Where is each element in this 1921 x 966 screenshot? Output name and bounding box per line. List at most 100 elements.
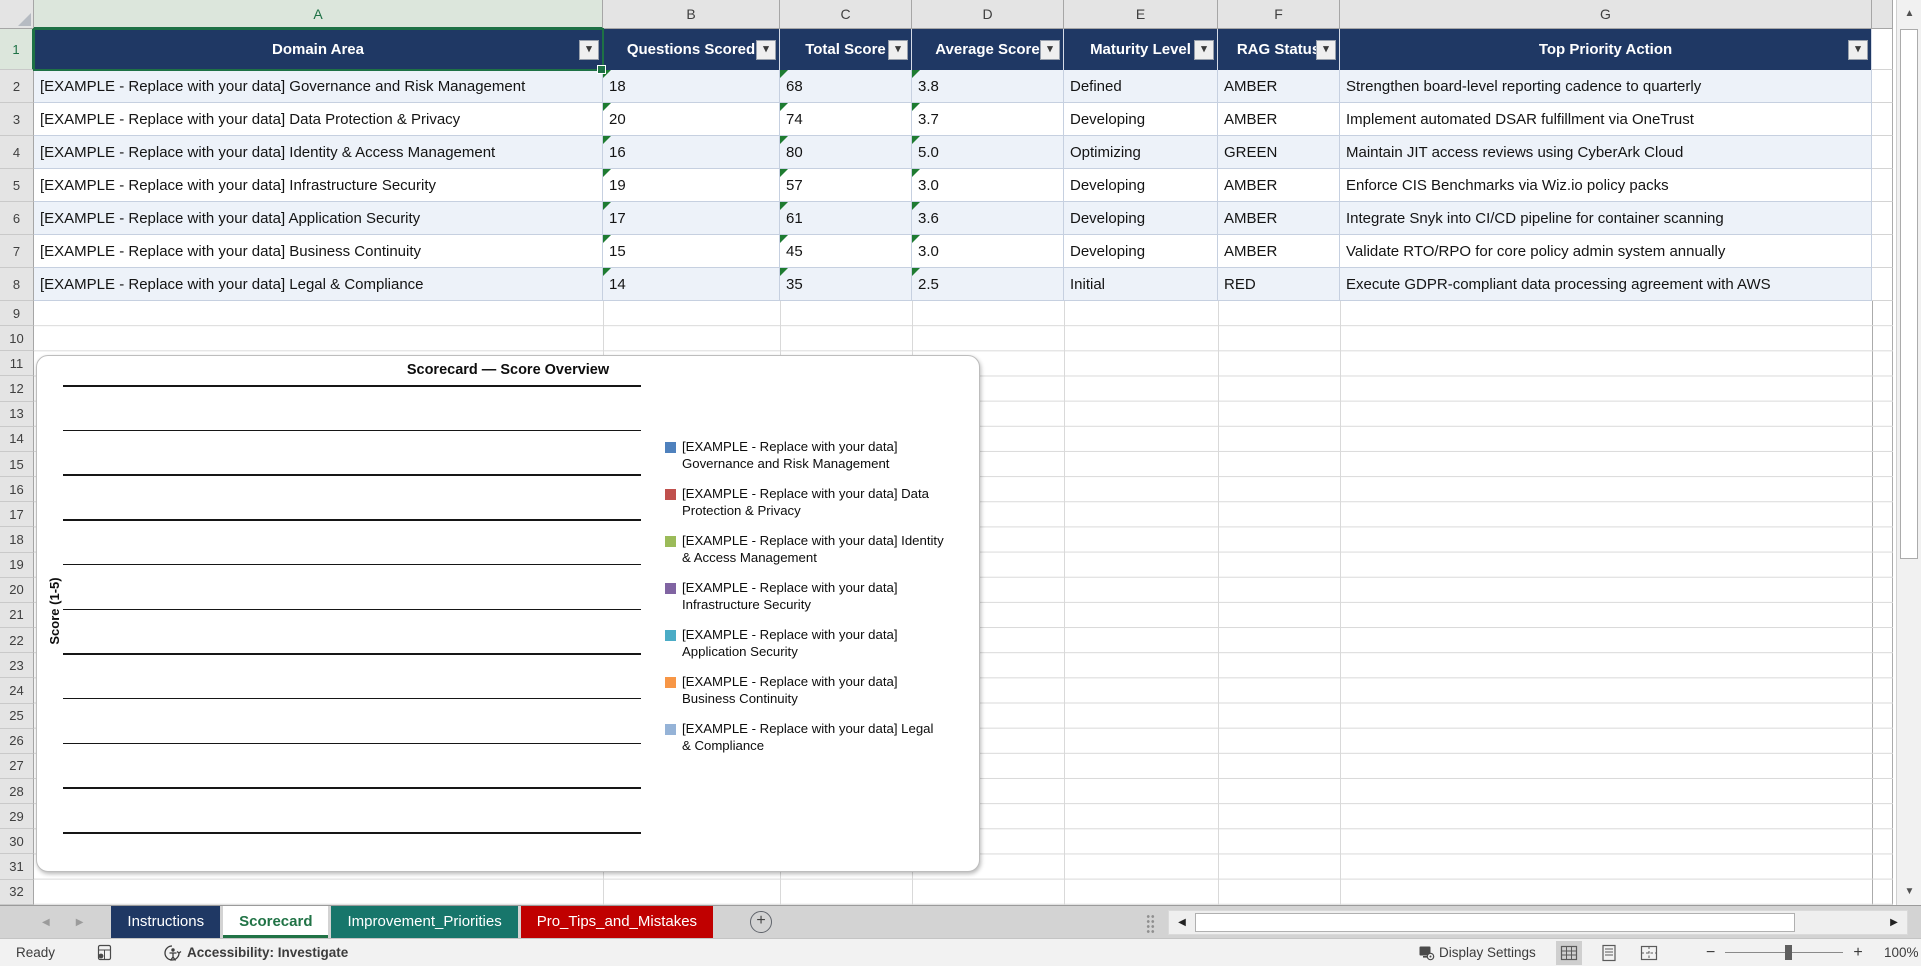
cell-questions-scored[interactable]: 18: [603, 70, 780, 103]
row-number[interactable]: 16: [0, 477, 34, 503]
cell-total-score[interactable]: 74: [780, 103, 912, 136]
header-cell-maturity-level[interactable]: Maturity Level: [1064, 29, 1218, 70]
row-number[interactable]: 13: [0, 401, 34, 427]
normal-view-button[interactable]: [1556, 940, 1582, 965]
horizontal-scrollbar-thumb[interactable]: [1195, 913, 1795, 932]
column-letter[interactable]: C: [780, 0, 912, 29]
cell-maturity-level[interactable]: Developing: [1064, 235, 1218, 268]
header-cell-domain-area[interactable]: Domain Area: [33, 28, 606, 74]
cell-questions-scored[interactable]: 19: [603, 169, 780, 202]
header-cell-sliver[interactable]: [1872, 29, 1893, 70]
cell-average-score[interactable]: 3.8: [912, 70, 1064, 103]
cell-top-priority-action[interactable]: Strengthen board-level reporting cadence…: [1340, 70, 1872, 103]
filter-button[interactable]: [1316, 39, 1336, 60]
cell-maturity-level[interactable]: Optimizing: [1064, 136, 1218, 169]
cell-top-priority-action[interactable]: Validate RTO/RPO for core policy admin s…: [1340, 235, 1872, 268]
cell-sliver[interactable]: [1872, 169, 1893, 202]
cell-total-score[interactable]: 61: [780, 202, 912, 235]
cell-top-priority-action[interactable]: Implement automated DSAR fulfillment via…: [1340, 103, 1872, 136]
row-number[interactable]: 24: [0, 678, 34, 704]
row-number[interactable]: 22: [0, 628, 34, 654]
column-letter[interactable]: E: [1064, 0, 1218, 29]
column-letter-sliver[interactable]: [1872, 0, 1893, 29]
cell-top-priority-action[interactable]: Execute GDPR-compliant data processing a…: [1340, 268, 1872, 301]
header-cell-total-score[interactable]: Total Score: [780, 29, 912, 70]
cell-maturity-level[interactable]: Developing: [1064, 202, 1218, 235]
row-number[interactable]: 30: [0, 829, 34, 855]
scroll-right-arrow-icon[interactable]: ▶: [1881, 917, 1907, 928]
row-number[interactable]: 20: [0, 577, 34, 603]
row-number[interactable]: 11: [0, 351, 34, 377]
row-number[interactable]: 17: [0, 502, 34, 528]
cell-questions-scored[interactable]: 17: [603, 202, 780, 235]
scroll-down-arrow-icon[interactable]: ▼: [1897, 878, 1921, 905]
cell-domain-area[interactable]: [EXAMPLE - Replace with your data] Infra…: [34, 169, 603, 202]
column-letter[interactable]: D: [912, 0, 1064, 29]
header-cell-questions-scored[interactable]: Questions Scored: [603, 29, 780, 70]
new-sheet-button[interactable]: [750, 911, 773, 933]
row-number[interactable]: 8: [0, 268, 34, 301]
cell-top-priority-action[interactable]: Enforce CIS Benchmarks via Wiz.io policy…: [1340, 169, 1872, 202]
cell-domain-area[interactable]: [EXAMPLE - Replace with your data] Appli…: [34, 202, 603, 235]
row-number[interactable]: 7: [0, 235, 34, 268]
cell-maturity-level[interactable]: Developing: [1064, 169, 1218, 202]
cell-rag-status[interactable]: GREEN: [1218, 136, 1340, 169]
cell-sliver[interactable]: [1872, 235, 1893, 268]
sheet-tab[interactable]: Pro_Tips_and_Mistakes: [520, 906, 714, 938]
row-number[interactable]: 15: [0, 451, 34, 478]
cell-total-score[interactable]: 80: [780, 136, 912, 169]
scroll-up-arrow-icon[interactable]: ▲: [1897, 0, 1921, 27]
zoom-out-button[interactable]: −: [1706, 944, 1715, 962]
cell-sliver[interactable]: [1872, 268, 1893, 301]
filter-button[interactable]: [756, 39, 776, 60]
zoom-slider-thumb[interactable]: [1785, 945, 1793, 960]
filter-button[interactable]: [888, 39, 908, 60]
cell-rag-status[interactable]: AMBER: [1218, 235, 1340, 268]
cell-total-score[interactable]: 45: [780, 235, 912, 268]
cell-top-priority-action[interactable]: Maintain JIT access reviews using CyberA…: [1340, 136, 1872, 169]
cell-questions-scored[interactable]: 16: [603, 136, 780, 169]
row-number[interactable]: 29: [0, 804, 34, 830]
cell-sliver[interactable]: [1872, 136, 1893, 169]
row-number[interactable]: 10: [0, 326, 34, 352]
selection-fill-handle[interactable]: [597, 65, 606, 74]
row-number[interactable]: 19: [0, 552, 34, 578]
row-number[interactable]: 5: [0, 169, 34, 202]
header-cell-top-priority-action[interactable]: Top Priority Action: [1340, 29, 1872, 70]
cell-maturity-level[interactable]: Defined: [1064, 70, 1218, 103]
cell-average-score[interactable]: 3.0: [912, 235, 1064, 268]
zoom-level[interactable]: 100%: [1884, 939, 1919, 966]
cell-rag-status[interactable]: AMBER: [1218, 103, 1340, 136]
cell-total-score[interactable]: 68: [780, 70, 912, 103]
sheet-tab[interactable]: Scorecard: [223, 906, 329, 938]
row-number[interactable]: 26: [0, 728, 34, 754]
page-layout-view-button[interactable]: [1596, 941, 1622, 965]
cell-maturity-level[interactable]: Developing: [1064, 103, 1218, 136]
cell-domain-area[interactable]: [EXAMPLE - Replace with your data] Busin…: [34, 235, 603, 268]
cell-average-score[interactable]: 5.0: [912, 136, 1064, 169]
row-number[interactable]: 1: [0, 29, 34, 70]
column-letter[interactable]: G: [1340, 0, 1872, 29]
row-number[interactable]: 27: [0, 753, 34, 779]
cell-sliver[interactable]: [1872, 70, 1893, 103]
row-number[interactable]: 9: [0, 301, 34, 327]
cell-questions-scored[interactable]: 15: [603, 235, 780, 268]
column-letter[interactable]: A: [34, 0, 603, 29]
cell-domain-area[interactable]: [EXAMPLE - Replace with your data] Gover…: [34, 70, 603, 103]
row-number[interactable]: 28: [0, 778, 34, 805]
column-letter[interactable]: F: [1218, 0, 1340, 29]
sheet-tab[interactable]: Improvement_Priorities: [331, 906, 518, 938]
filter-button[interactable]: [1194, 39, 1214, 60]
cell-total-score[interactable]: 57: [780, 169, 912, 202]
row-number[interactable]: 23: [0, 653, 34, 679]
display-settings-button[interactable]: Display Settings: [1418, 939, 1536, 966]
row-number[interactable]: 25: [0, 703, 34, 729]
vertical-scrollbar[interactable]: ▲ ▼: [1896, 0, 1921, 905]
cell-average-score[interactable]: 2.5: [912, 268, 1064, 301]
cell-average-score[interactable]: 3.0: [912, 169, 1064, 202]
row-number[interactable]: 14: [0, 426, 34, 452]
header-cell-rag-status[interactable]: RAG Status: [1218, 29, 1340, 70]
cell-rag-status[interactable]: AMBER: [1218, 70, 1340, 103]
scroll-left-arrow-icon[interactable]: ◀: [1169, 917, 1195, 928]
cell-domain-area[interactable]: [EXAMPLE - Replace with your data] Ident…: [34, 136, 603, 169]
